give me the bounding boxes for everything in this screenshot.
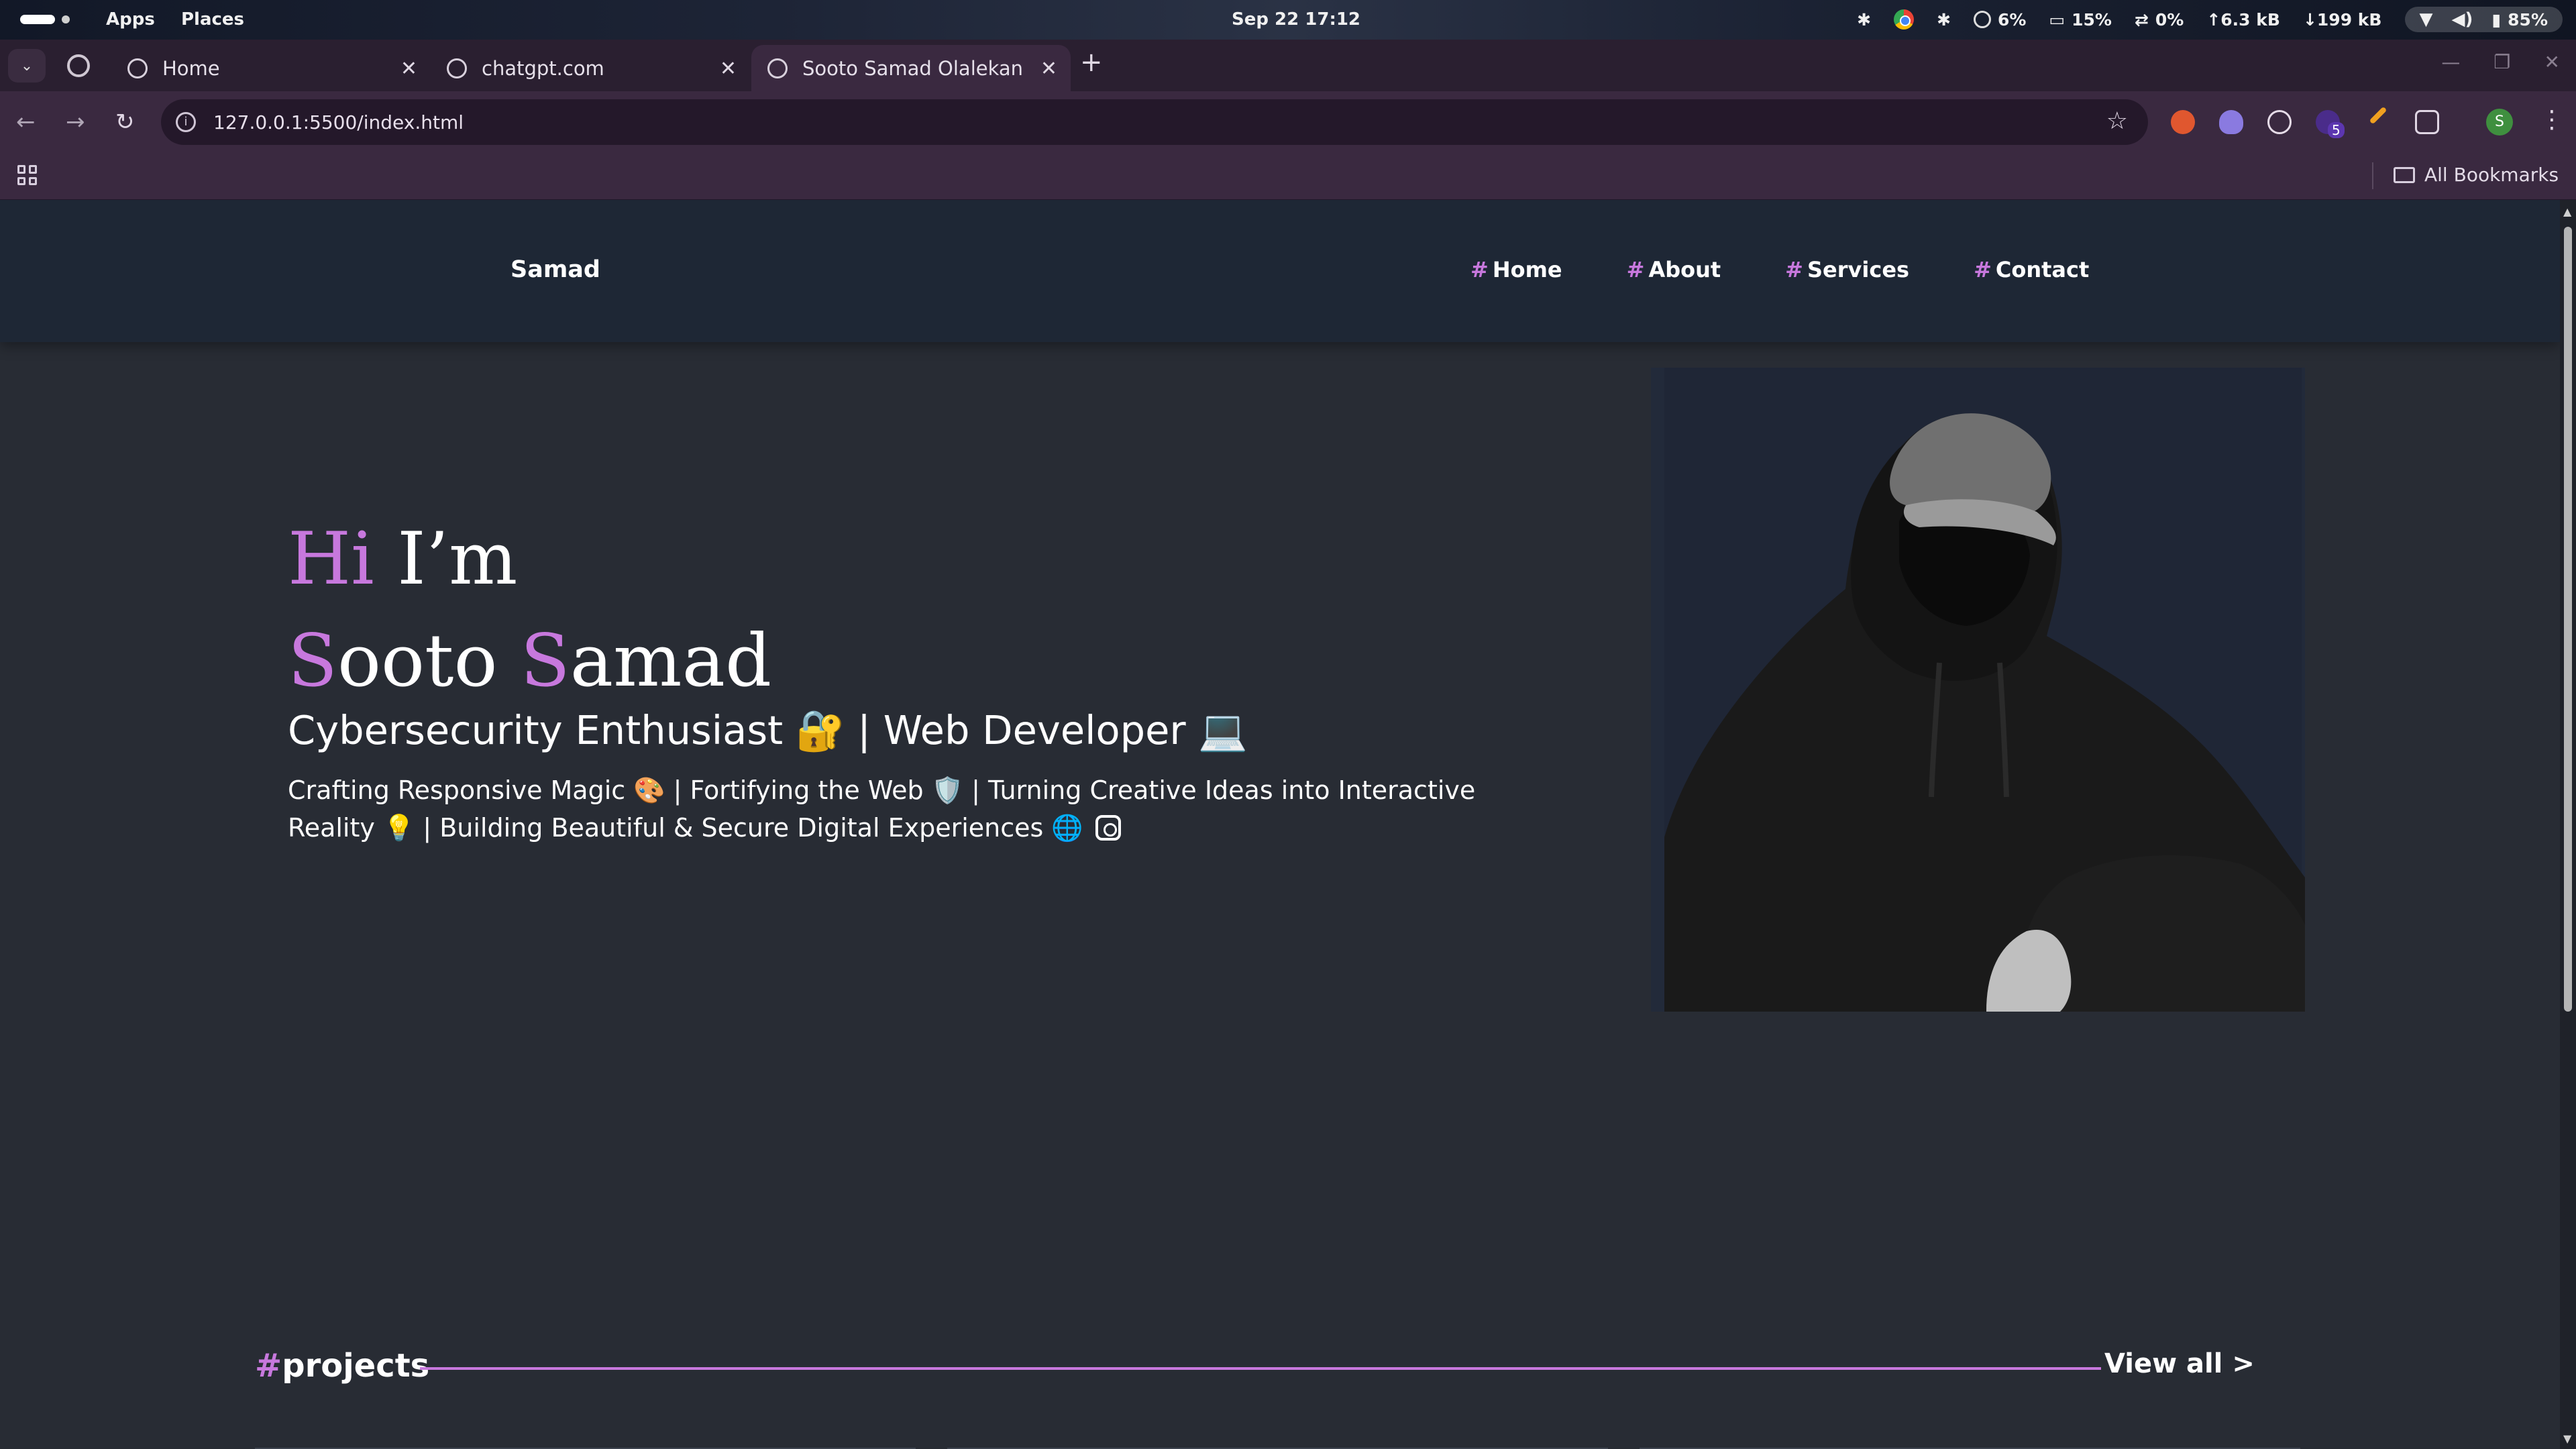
page-scrollbar[interactable]: ▲ ▼ <box>2560 200 2576 1449</box>
instagram-icon[interactable] <box>1095 815 1121 841</box>
bluetooth-secondary-icon[interactable]: ✱ <box>1937 10 1951 30</box>
hooded-figure-image <box>1664 413 2305 1012</box>
workspace-dot-icon <box>62 15 70 23</box>
close-tab-icon[interactable]: ✕ <box>720 57 737 80</box>
scroll-down-arrow-icon[interactable]: ▼ <box>2563 1432 2571 1445</box>
all-bookmarks-label: All Bookmarks <box>2424 164 2559 186</box>
close-window-icon[interactable]: ✕ <box>2544 51 2560 73</box>
window-controls: — ❐ ✕ <box>2441 51 2560 73</box>
page-viewport: Samad # Home # About # Services # Contact Hi… <box>0 200 2560 1449</box>
bookmarks-bar: All Bookmarks <box>0 153 2576 200</box>
globe-icon <box>767 58 788 78</box>
nav-link-home[interactable]: # Home <box>1470 257 1562 282</box>
memory-value: 15% <box>2072 9 2112 30</box>
workspace-pill-icon <box>20 15 55 24</box>
bluetooth-icon[interactable]: ✱ <box>1857 10 1871 30</box>
chevron-down-icon: ⌄ <box>20 57 34 74</box>
forward-arrow-icon[interactable]: → <box>66 109 85 136</box>
tab-title: chatgpt.com <box>482 56 604 80</box>
hero-photo <box>1651 368 2305 1012</box>
system-tray: ✱ ✱ 6% ▭ 15% ⇄ 0% ↑6.3 kB ↓199 kB ▼ ◀) ▮ 85… <box>1857 5 2563 34</box>
cpu-value: 6% <box>1998 9 2027 30</box>
profile-avatar[interactable]: S <box>2486 109 2513 136</box>
openai-icon <box>447 58 467 78</box>
close-tab-icon[interactable]: ✕ <box>400 57 417 80</box>
swap-icon: ⇄ <box>2134 9 2149 30</box>
activities-indicator[interactable] <box>20 15 70 24</box>
view-all-link[interactable]: View all > <box>2104 1348 2255 1379</box>
swap-indicator[interactable]: ⇄ 0% <box>2135 10 2184 30</box>
browser-toolbar: ← → ↻ i 127.0.0.1:5500/index.html ☆ 5 S … <box>0 91 2576 153</box>
tab-title: Home <box>162 56 220 80</box>
minimize-icon[interactable]: — <box>2441 51 2460 73</box>
tab-title: Sooto Samad Olalekan <box>802 56 1024 80</box>
back-arrow-icon[interactable]: ← <box>16 109 36 136</box>
cpu-icon <box>1974 11 1992 28</box>
places-menu[interactable]: Places <box>181 9 244 30</box>
extension-badge-count: 5 <box>2328 122 2345 138</box>
scrollbar-thumb[interactable] <box>2564 227 2572 1012</box>
globe-icon <box>127 58 148 78</box>
hero-greeting: Hi I’m <box>288 517 518 601</box>
extension-w-icon[interactable] <box>2267 110 2292 134</box>
scroll-up-arrow-icon[interactable]: ▲ <box>2563 205 2571 218</box>
extension-pencil-icon[interactable] <box>2369 106 2387 125</box>
clock[interactable]: Sep 22 17:12 <box>1232 9 1360 30</box>
upload-indicator[interactable]: ↑6.3 kB <box>2206 10 2280 30</box>
projects-divider <box>420 1367 2101 1370</box>
tab-search-icon[interactable] <box>67 54 90 77</box>
maximize-icon[interactable]: ❐ <box>2493 51 2510 73</box>
swap-value: 0% <box>2155 9 2184 30</box>
tab-home[interactable]: Home ✕ <box>111 45 431 91</box>
hero-text: Hi I’m Sooto Samad Cybersecurity Enthusi… <box>288 508 1475 847</box>
nav-link-contact[interactable]: # Contact <box>1974 257 2089 282</box>
hero-name: Sooto Samad <box>288 619 772 703</box>
volume-icon: ◀) <box>2451 9 2473 30</box>
browser-menu-icon[interactable]: ⋮ <box>2540 106 2564 133</box>
cpu-indicator[interactable]: 6% <box>1974 10 2026 30</box>
tab-list-button[interactable]: ⌄ <box>8 49 46 83</box>
memory-icon: ▭ <box>2049 9 2065 30</box>
browser-tab-strip: ⌄ Home ✕ chatgpt.com ✕ Sooto Samad Olale… <box>0 40 2576 91</box>
system-top-bar: Apps Places Sep 22 17:12 ✱ ✱ 6% ▭ 15% ⇄ 0%… <box>0 0 2576 40</box>
address-bar[interactable]: i 127.0.0.1:5500/index.html ☆ <box>161 99 2148 145</box>
extensions-puzzle-icon[interactable] <box>2415 110 2439 134</box>
bookmark-star-icon[interactable]: ☆ <box>2106 107 2128 135</box>
wifi-icon: ▼ <box>2419 9 2433 30</box>
site-header: Samad # Home # About # Services # Contact <box>0 200 2560 342</box>
site-info-icon[interactable]: i <box>176 112 196 132</box>
close-tab-icon[interactable]: ✕ <box>1040 57 1057 80</box>
chrome-tray-icon[interactable] <box>1894 9 1915 30</box>
battery-icon: ▮ <box>2491 9 2502 30</box>
battery-indicator: ▮ 85% <box>2491 10 2548 30</box>
download-indicator[interactable]: ↓199 kB <box>2303 10 2382 30</box>
battery-value: 85% <box>2508 9 2548 30</box>
memory-indicator[interactable]: ▭ 15% <box>2049 10 2111 30</box>
tab-chatgpt[interactable]: chatgpt.com ✕ <box>431 45 750 91</box>
folder-icon <box>2394 166 2415 183</box>
system-menu[interactable]: ▼ ◀) ▮ 85% <box>2404 7 2563 32</box>
new-tab-button[interactable]: + <box>1080 47 1103 78</box>
hero-role: Cybersecurity Enthusiast 🔐 | Web Develop… <box>288 707 1248 753</box>
site-nav: # Home # About # Services # Contact <box>1470 257 2089 282</box>
apps-menu[interactable]: Apps <box>106 9 155 30</box>
url-text[interactable]: 127.0.0.1:5500/index.html <box>213 111 464 133</box>
hero-description: Crafting Responsive Magic 🎨 | Fortifying… <box>288 775 1476 843</box>
reload-icon[interactable]: ↻ <box>115 109 135 136</box>
apps-grid-icon[interactable] <box>17 165 38 185</box>
bookmarks-divider <box>2372 162 2373 189</box>
tab-sooto-samad[interactable]: Sooto Samad Olalekan ✕ <box>751 45 1071 91</box>
nav-link-about[interactable]: # About <box>1627 257 1721 282</box>
extension-fox-icon[interactable] <box>2171 110 2195 134</box>
projects-heading: #projects <box>255 1347 430 1385</box>
extension-cloud-icon[interactable] <box>2219 110 2243 134</box>
nav-link-services[interactable]: # Services <box>1785 257 1909 282</box>
all-bookmarks-button[interactable]: All Bookmarks <box>2394 164 2559 186</box>
site-logo[interactable]: Samad <box>511 256 600 283</box>
